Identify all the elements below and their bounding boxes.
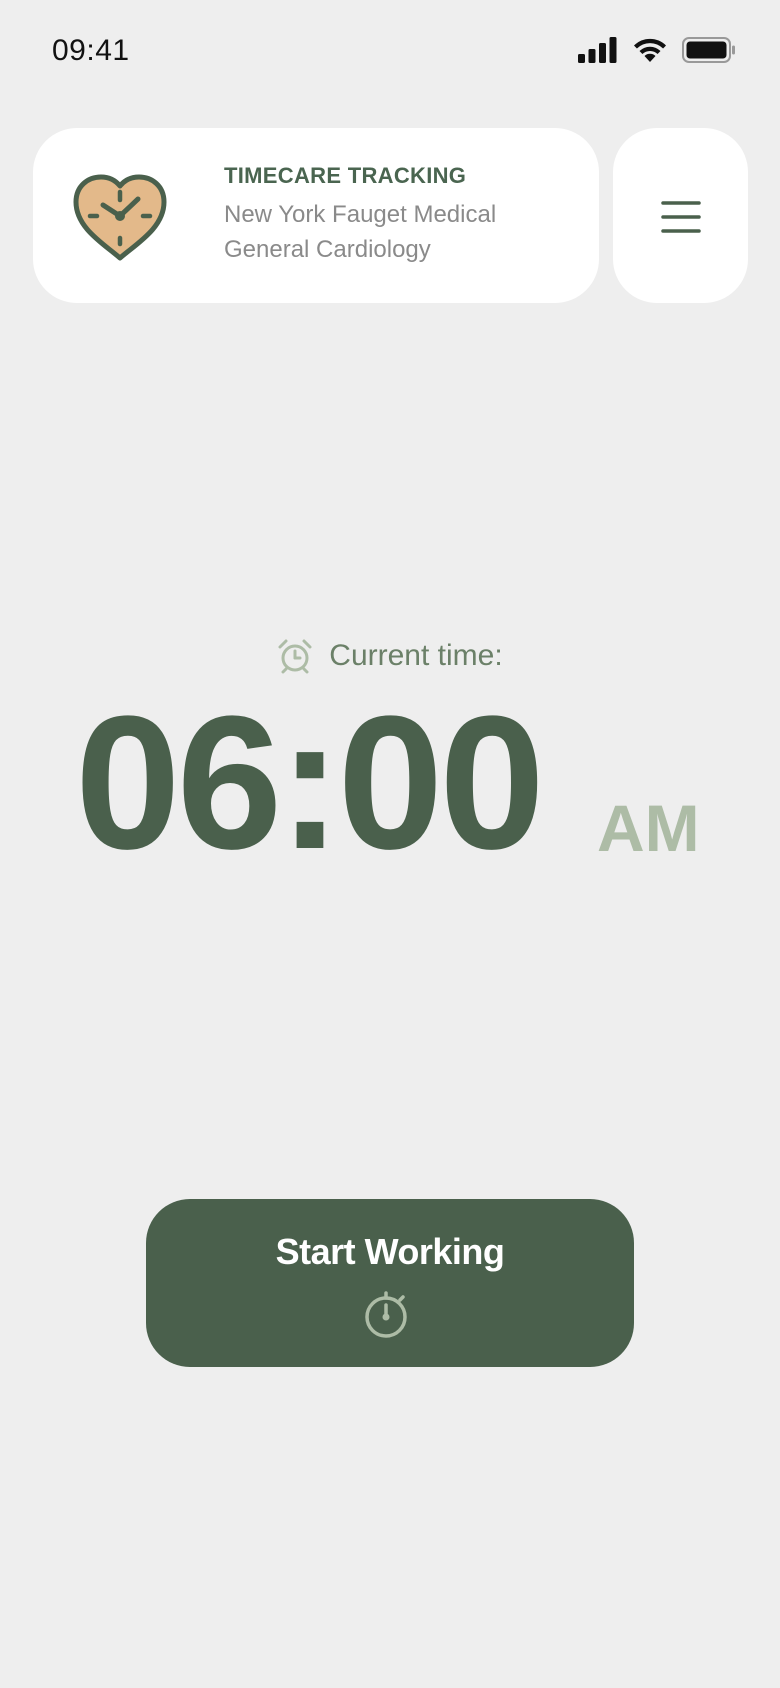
current-time-row: Current time: (0, 638, 780, 674)
start-working-label: Start Working (275, 1231, 505, 1272)
status-icons (578, 36, 736, 64)
hamburger-menu-icon (661, 201, 701, 233)
department-name: General Cardiology (224, 236, 431, 263)
current-time-label: Current time: (329, 639, 503, 672)
status-bar: 09:41 (0, 0, 780, 100)
alarm-clock-icon (278, 639, 312, 674)
battery-icon (682, 37, 735, 63)
heart-clock-icon (73, 174, 167, 261)
organization-name: New York Fauget Medical (224, 201, 497, 228)
status-time: 09:41 (52, 34, 130, 67)
wifi-icon (634, 38, 666, 62)
brand-title: TIMECARE TRACKING (224, 163, 467, 188)
signal-icon (578, 37, 617, 63)
time-period: AM (597, 791, 700, 865)
start-working-button[interactable]: Start Working (146, 1199, 634, 1367)
menu-button[interactable] (613, 128, 748, 303)
current-time-value: 06:00 (75, 677, 545, 889)
stopwatch-icon (365, 1291, 407, 1338)
